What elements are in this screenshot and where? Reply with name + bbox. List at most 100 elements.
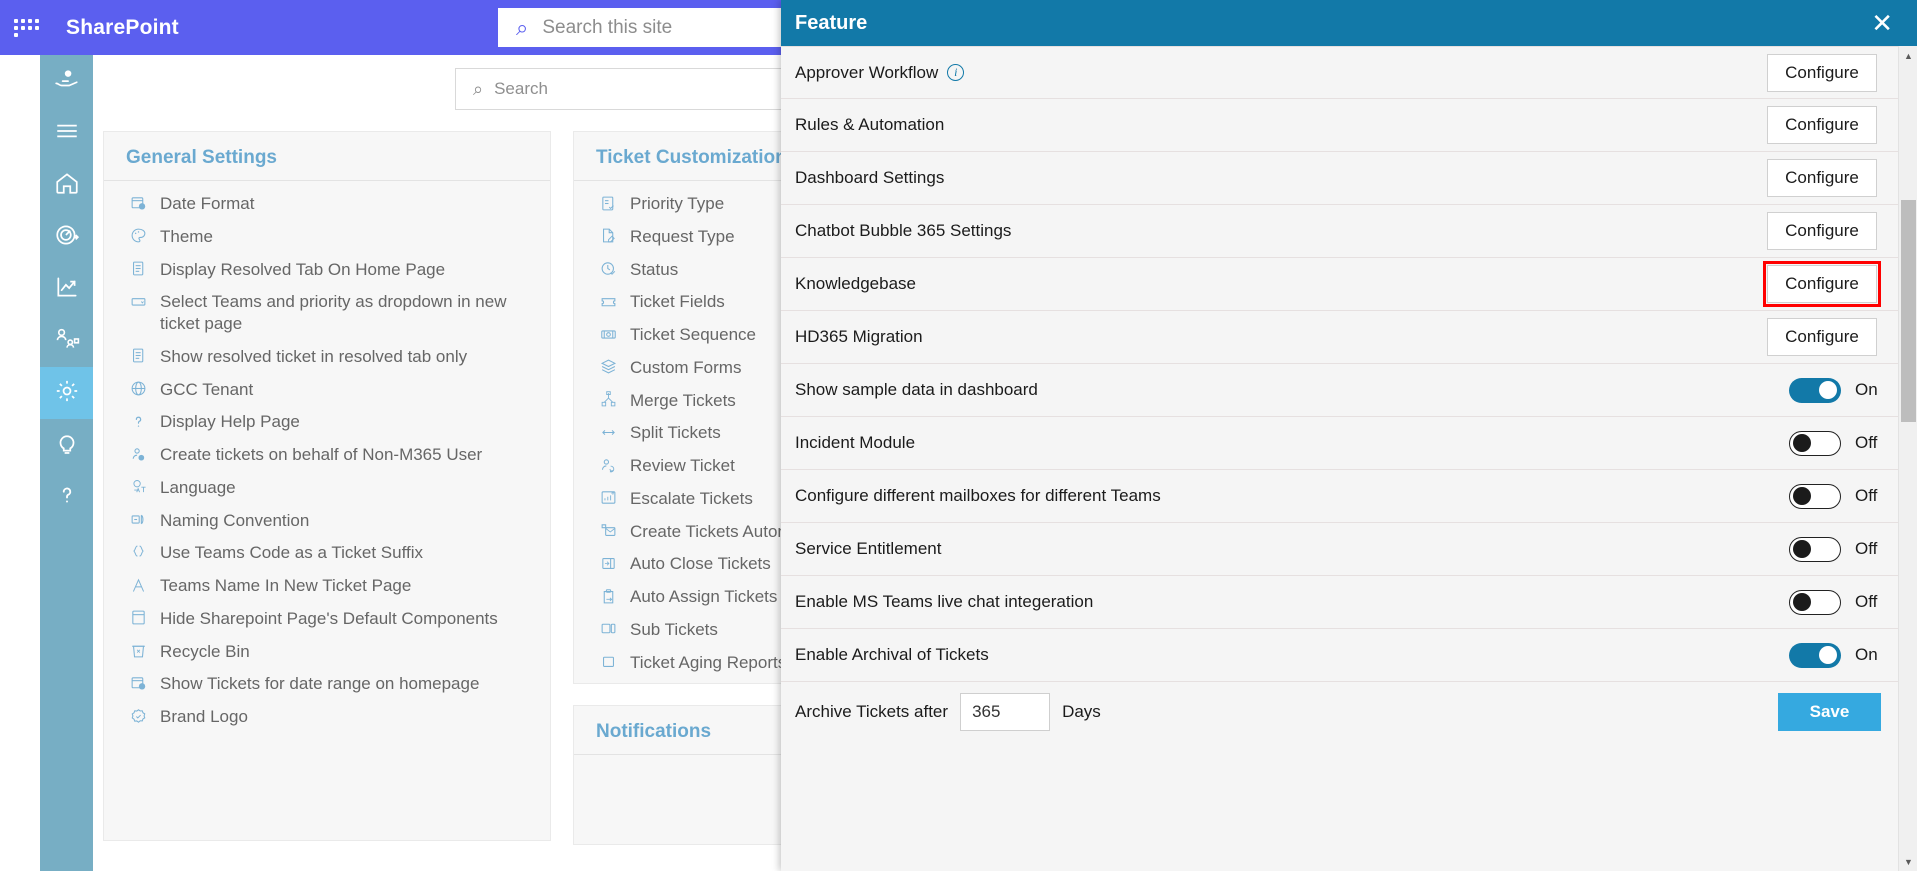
feature-label-text: Dashboard Settings <box>795 168 945 187</box>
archive-suffix-label: Days <box>1062 702 1101 721</box>
configure-button[interactable]: Configure <box>1767 106 1877 144</box>
list-item-label: Ticket Sequence <box>630 325 756 344</box>
document-list-icon <box>126 345 150 367</box>
archive-days-input[interactable] <box>960 693 1051 731</box>
configure-wrap: Configure <box>1763 314 1881 360</box>
list-item[interactable]: Use Teams Code as a Ticket Suffix <box>104 536 550 569</box>
list-item-label: Date Format <box>160 194 255 213</box>
globe-icon <box>126 378 150 400</box>
toggle-knob <box>1793 486 1811 505</box>
list-item[interactable]: Hide Sharepoint Page's Default Component… <box>104 602 550 635</box>
feature-row: Chatbot Bubble 365 Settings Configure <box>781 205 1917 258</box>
list-item[interactable]: Naming Convention <box>104 504 550 537</box>
toggle-wrap: Off <box>1789 430 1881 456</box>
list-item-label: GCC Tenant <box>160 379 254 399</box>
sidebar-item-dashboard[interactable] <box>40 211 93 263</box>
sidebar-item-ideas[interactable] <box>40 419 93 471</box>
list-item-label: Display Help Page <box>160 412 300 432</box>
feature-row-label: Enable MS Teams live chat integeration <box>795 592 1093 612</box>
toggle-switch[interactable] <box>1789 377 1841 403</box>
feature-label-text: Enable Archival of Tickets <box>795 645 989 664</box>
feature-label-text: Service Entitlement <box>795 539 942 558</box>
configure-button[interactable]: Configure <box>1767 159 1877 197</box>
configure-button[interactable]: Configure <box>1767 265 1877 303</box>
gear-icon <box>54 378 80 409</box>
list-item-label: Review Ticket <box>630 456 735 475</box>
palette-icon <box>126 225 150 247</box>
flyout-scrollbar[interactable]: ▲ ▼ <box>1898 46 1917 871</box>
toggle-wrap: On <box>1789 642 1881 668</box>
list-item[interactable]: Create tickets on behalf of Non-M365 Use… <box>104 438 550 471</box>
save-button[interactable]: Save <box>1778 693 1881 731</box>
feature-row-label: Approver Workflow i <box>795 63 965 83</box>
scrollbar-thumb[interactable] <box>1901 200 1916 422</box>
list-item[interactable]: Recycle Bin <box>104 635 550 668</box>
toggle-knob <box>1819 381 1837 399</box>
configure-wrap: Configure <box>1763 102 1881 148</box>
scroll-down-icon[interactable]: ▼ <box>1899 852 1917 871</box>
sidebar-item-reports[interactable] <box>40 263 93 315</box>
feature-label-text: Enable MS Teams live chat integeration <box>795 592 1094 611</box>
list-item-label: Hide Sharepoint Page's Default Component… <box>160 608 498 628</box>
language-icon <box>126 476 150 498</box>
feature-row: Incident Module Off <box>781 417 1917 470</box>
sidebar-item-service[interactable] <box>40 55 93 107</box>
panel-title: General Settings <box>104 132 550 181</box>
list-item[interactable]: Display Resolved Tab On Home Page <box>104 253 550 286</box>
toggle-switch[interactable] <box>1789 430 1841 456</box>
braces-icon <box>126 541 150 563</box>
list-item-label: Status <box>630 259 679 279</box>
list-item-label: Auto Close Tickets <box>630 554 771 574</box>
list-item-label: Recycle Bin <box>160 641 250 661</box>
list-item[interactable]: Show Tickets for date range on homepage <box>104 667 550 700</box>
list-item-label: Priority Type <box>630 194 725 213</box>
archive-tickets-row: Archive Tickets after Days Save <box>781 682 1917 742</box>
close-icon[interactable]: ✕ <box>1871 10 1893 36</box>
list-item[interactable]: GCC Tenant <box>104 373 550 406</box>
toggle-wrap: Off <box>1789 589 1881 615</box>
list-item[interactable]: Language <box>104 471 550 504</box>
list-item[interactable]: Brand Logo <box>104 700 550 733</box>
sidebar-item-settings[interactable] <box>40 367 93 419</box>
toggle-switch[interactable] <box>1789 642 1841 668</box>
feature-row-label: Service Entitlement <box>795 539 941 559</box>
list-item-label: Language <box>160 477 236 497</box>
sidebar-item-menu[interactable] <box>40 107 93 159</box>
list-item-label: Naming Convention <box>160 510 310 530</box>
sidebar-item-home[interactable] <box>40 159 93 211</box>
feature-row: Show sample data in dashboard On <box>781 364 1917 417</box>
list-item[interactable]: Show resolved ticket in resolved tab onl… <box>104 340 550 373</box>
feature-row: Rules & Automation Configure <box>781 99 1917 152</box>
toggle-switch[interactable] <box>1789 589 1841 615</box>
sidebar-item-help[interactable] <box>40 471 93 523</box>
info-icon[interactable]: i <box>947 64 965 81</box>
search-icon: ⌕ <box>516 14 529 40</box>
suite-search-placeholder: Search this site <box>542 16 673 38</box>
list-item[interactable]: Teams Name In New Ticket Page <box>104 569 550 602</box>
auto-close-icon <box>596 552 620 574</box>
calendar-clock-icon <box>126 672 150 694</box>
configure-button[interactable]: Configure <box>1767 53 1877 92</box>
app-launcher-icon[interactable] <box>14 18 40 37</box>
list-item[interactable]: Display Help Page <box>104 405 550 438</box>
feature-row-label: Rules & Automation <box>795 115 944 135</box>
configure-button[interactable]: Configure <box>1767 212 1877 250</box>
list-item[interactable]: Date Format <box>104 187 550 220</box>
dropdown-icon <box>126 290 150 312</box>
feature-label-text: HD365 Migration <box>795 327 923 346</box>
analytics-chart-icon <box>54 274 80 305</box>
toggle-knob <box>1793 592 1811 611</box>
toggle-state-label: On <box>1855 380 1878 399</box>
document-list-icon <box>126 258 150 280</box>
feature-row-label: Configure different mailboxes for differ… <box>795 486 1161 506</box>
list-item[interactable]: Theme <box>104 220 550 253</box>
scroll-up-icon[interactable]: ▲ <box>1899 46 1917 65</box>
list-item[interactable]: Select Teams and priority as dropdown in… <box>104 285 550 340</box>
toggle-switch[interactable] <box>1789 536 1841 562</box>
feature-row: HD365 Migration Configure <box>781 311 1917 364</box>
configure-button[interactable]: Configure <box>1767 318 1877 356</box>
feature-row: Service Entitlement Off <box>781 523 1917 576</box>
toggle-switch[interactable] <box>1789 483 1841 509</box>
home-icon <box>54 170 80 201</box>
sidebar-item-teams[interactable] <box>40 315 93 367</box>
